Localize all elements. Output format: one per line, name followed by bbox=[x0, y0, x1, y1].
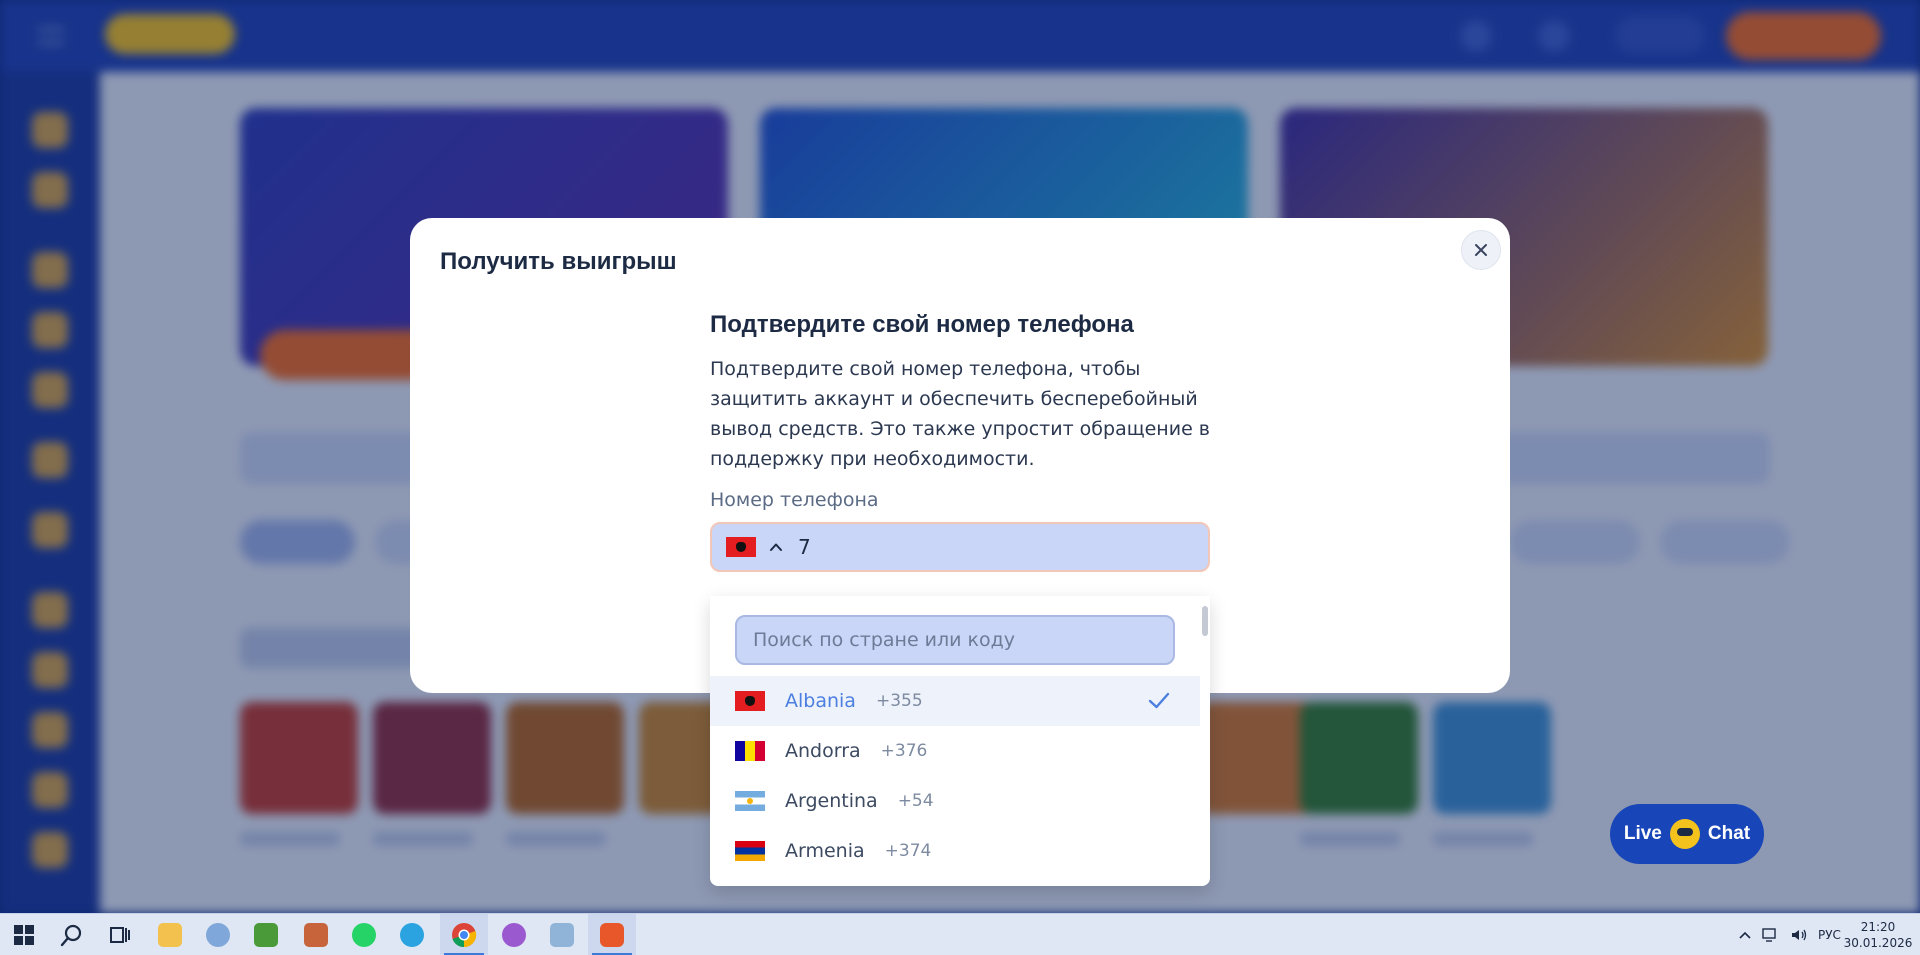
chrome-logo-icon bbox=[452, 923, 477, 948]
chevron-up-icon[interactable] bbox=[768, 539, 784, 555]
close-button[interactable] bbox=[1461, 230, 1501, 270]
clock[interactable]: 21:20 30.01.2026 bbox=[1843, 919, 1913, 951]
checkmark-icon bbox=[1148, 692, 1170, 709]
albania-flag-icon[interactable] bbox=[726, 537, 756, 557]
paint-icon[interactable] bbox=[194, 914, 242, 955]
live-chat-label-right: Chat bbox=[1707, 823, 1751, 844]
purple-app-icon[interactable] bbox=[490, 914, 538, 955]
country-code: +376 bbox=[880, 741, 928, 761]
book-app-icon[interactable] bbox=[538, 914, 586, 955]
armenia-flag-icon bbox=[735, 841, 765, 861]
verification-description: Подтвердите свой номер телефона, чтобы з… bbox=[710, 358, 1211, 470]
country-name: Armenia bbox=[785, 840, 865, 862]
chat-mascot-icon bbox=[1669, 819, 1700, 849]
taskbar: РУС 21:20 30.01.2026 bbox=[0, 913, 1920, 955]
country-code: +54 bbox=[897, 791, 934, 811]
notepad-icon[interactable] bbox=[242, 914, 290, 955]
chevron-up-icon[interactable] bbox=[1738, 930, 1752, 940]
country-option-albania[interactable]: Albania +355 bbox=[710, 676, 1200, 726]
verification-heading: Подтвердите свой номер телефона bbox=[710, 311, 1134, 338]
country-option-andorra[interactable]: Andorra +376 bbox=[710, 726, 1200, 776]
modal-title: Получить выигрыш bbox=[440, 248, 677, 275]
windows-logo-icon bbox=[14, 925, 34, 945]
live-chat-button[interactable]: Live Chat bbox=[1610, 804, 1764, 864]
chrome-icon[interactable] bbox=[440, 914, 488, 955]
file-explorer-icon[interactable] bbox=[146, 914, 194, 955]
phone-input[interactable]: 7 bbox=[710, 522, 1210, 572]
country-option-argentina[interactable]: Argentina +54 bbox=[710, 776, 1200, 826]
country-search-input[interactable] bbox=[735, 615, 1175, 665]
system-tray: РУС bbox=[1738, 914, 1841, 955]
brave-icon[interactable] bbox=[588, 914, 636, 955]
close-icon bbox=[1475, 244, 1487, 256]
country-list: Albania +355 Andorra +376 Argentina +54 … bbox=[710, 676, 1200, 876]
dropdown-scrollbar[interactable] bbox=[1202, 606, 1208, 636]
whatsapp-icon[interactable] bbox=[340, 914, 388, 955]
country-code: +355 bbox=[875, 691, 923, 711]
clock-time: 21:20 bbox=[1860, 920, 1896, 934]
keyboard-language[interactable]: РУС bbox=[1818, 928, 1841, 942]
country-name: Andorra bbox=[785, 740, 861, 762]
task-view-glyph-icon bbox=[110, 927, 130, 943]
phone-label: Номер телефона bbox=[710, 489, 879, 511]
country-name: Albania bbox=[785, 690, 856, 712]
magnifier-icon bbox=[60, 924, 82, 947]
photo-app-icon[interactable] bbox=[292, 914, 340, 955]
phone-verification: Подтвердите свой номер телефона Подтверд… bbox=[710, 310, 1210, 572]
start-icon[interactable] bbox=[0, 914, 48, 955]
country-dropdown: Albania +355 Andorra +376 Argentina +54 … bbox=[710, 596, 1210, 886]
clock-date: 30.01.2026 bbox=[1843, 936, 1913, 950]
search-icon[interactable] bbox=[48, 914, 96, 955]
andorra-flag-icon bbox=[735, 741, 765, 761]
country-name: Argentina bbox=[785, 790, 878, 812]
live-chat-label-left: Live bbox=[1623, 823, 1662, 844]
albania-flag-icon bbox=[735, 691, 765, 711]
argentina-flag-icon bbox=[735, 791, 765, 811]
telegram-icon[interactable] bbox=[388, 914, 436, 955]
volume-icon[interactable] bbox=[1790, 928, 1808, 942]
country-option-armenia[interactable]: Armenia +374 bbox=[710, 826, 1200, 876]
task-view-icon[interactable] bbox=[96, 914, 144, 955]
phone-number-value[interactable]: 7 bbox=[798, 535, 811, 559]
country-code: +374 bbox=[884, 841, 932, 861]
network-icon[interactable] bbox=[1762, 928, 1780, 942]
